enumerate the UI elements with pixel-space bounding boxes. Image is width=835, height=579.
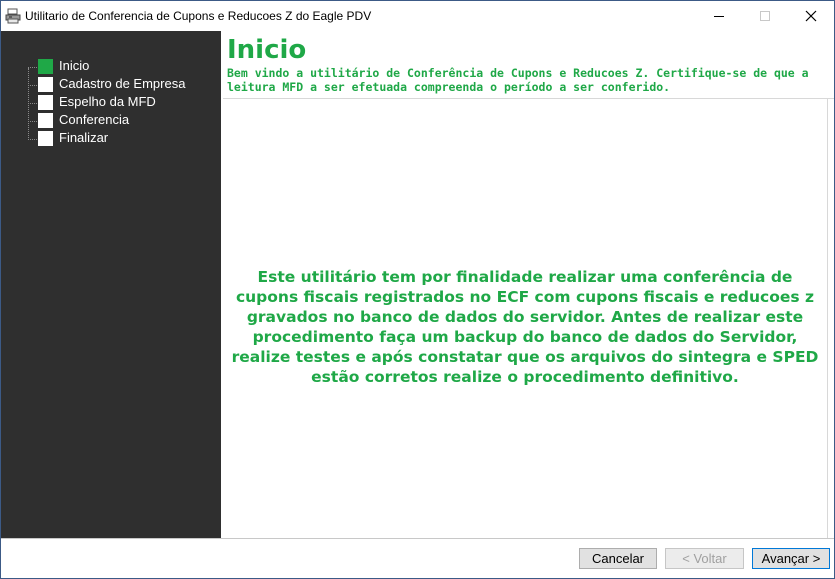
page-header: Inicio Bem vindo a utilitário de Conferê… <box>223 31 834 98</box>
intro-text: Este utilitário tem por finalidade reali… <box>231 268 819 386</box>
step-indicator <box>38 113 53 128</box>
printer-icon <box>5 8 21 24</box>
close-button[interactable] <box>788 1 834 31</box>
step-label: Inicio <box>59 58 90 73</box>
title-bar[interactable]: Utilitario de Conferencia de Cupons e Re… <box>1 1 834 31</box>
minimize-button[interactable] <box>696 1 742 31</box>
step-label: Finalizar <box>59 130 109 145</box>
maximize-button[interactable] <box>742 1 788 31</box>
maximize-icon <box>760 11 770 21</box>
back-button[interactable]: < Voltar <box>665 548 744 569</box>
step-label: Conferencia <box>59 112 130 127</box>
step-indicator <box>38 95 53 110</box>
step-indicator <box>38 77 53 92</box>
content-panel: Este utilitário tem por finalidade reali… <box>223 99 827 538</box>
page-subtitle: Bem vindo a utilitário de Conferência de… <box>227 66 809 94</box>
step-label: Cadastro de Empresa <box>59 76 186 91</box>
minimize-icon <box>714 16 724 17</box>
next-button[interactable]: Avançar > <box>752 548 830 569</box>
wizard-window: Utilitario de Conferencia de Cupons e Re… <box>0 0 835 579</box>
wizard-steps-panel: Inicio Cadastro de Empresa Espelho da MF… <box>1 31 221 538</box>
cancel-button[interactable]: Cancelar <box>579 548 657 569</box>
step-indicator <box>38 131 53 146</box>
content-divider <box>827 98 828 538</box>
window-title: Utilitario de Conferencia de Cupons e Re… <box>25 9 372 23</box>
tree-connector <box>28 68 29 140</box>
step-label: Espelho da MFD <box>59 94 156 109</box>
page-title: Inicio <box>227 35 307 65</box>
step-indicator <box>38 59 53 74</box>
close-icon <box>805 10 817 22</box>
footer: Cancelar < Voltar Avançar > <box>1 539 834 578</box>
